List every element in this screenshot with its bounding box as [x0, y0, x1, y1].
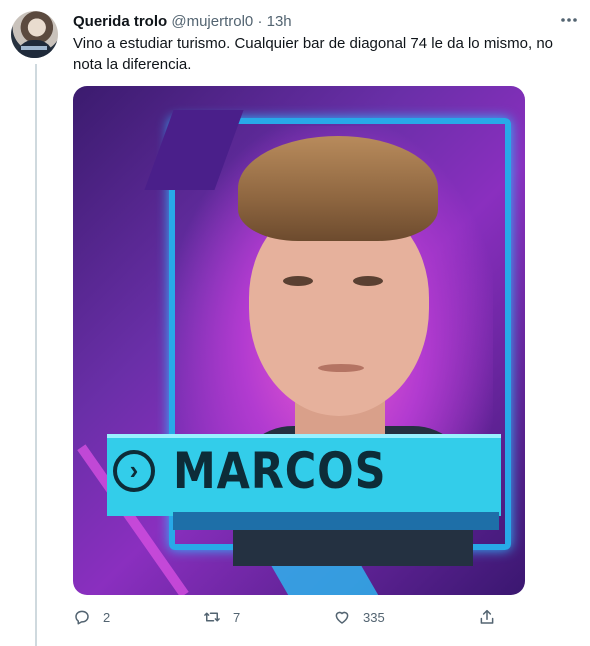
retweet-button[interactable]: 7	[203, 608, 240, 626]
retweet-icon	[203, 608, 221, 626]
header-separator: ·	[257, 13, 263, 30]
retweet-count: 7	[233, 609, 241, 625]
share-button[interactable]	[478, 608, 496, 626]
share-icon	[478, 608, 496, 626]
author-name[interactable]: Querida trolo	[73, 13, 167, 30]
reply-icon	[73, 608, 91, 626]
thread-line	[35, 64, 37, 646]
person-mouth	[318, 364, 364, 372]
reply-button[interactable]: 2	[73, 608, 110, 626]
like-count: 335	[363, 609, 385, 625]
reply-count: 2	[103, 609, 111, 625]
avatar[interactable]	[11, 11, 58, 58]
name-banner-shadow	[173, 512, 499, 530]
decorative-streak-blue	[271, 566, 385, 595]
more-icon[interactable]	[559, 10, 579, 35]
avatar-stripe	[21, 46, 47, 50]
heart-icon	[333, 608, 351, 626]
tweet-media-image[interactable]: › MARCOS	[73, 86, 525, 595]
tweet-text: Vino a estudiar turismo. Cualquier bar d…	[73, 35, 553, 73]
author-handle[interactable]: @mujertrol0	[171, 13, 253, 30]
person-hair	[238, 136, 438, 241]
person-eye-right	[353, 276, 383, 286]
like-button[interactable]: 335	[333, 608, 385, 626]
tweet-timestamp[interactable]: 13h	[267, 13, 292, 30]
tweet-header: Querida trolo @mujertrol0 · 13h	[73, 12, 292, 32]
chevron-circle-icon: ›	[113, 450, 155, 492]
tweet-actions: 2 7 335	[73, 608, 503, 632]
name-label: MARCOS	[173, 442, 387, 500]
person-eye-left	[283, 276, 313, 286]
